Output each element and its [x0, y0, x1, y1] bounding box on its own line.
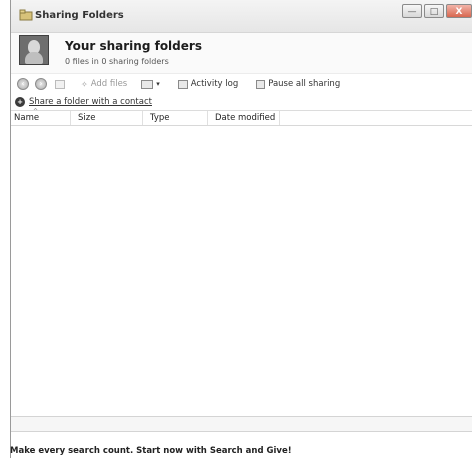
title-bar: Sharing Folders — □ X — [11, 0, 472, 33]
column-divider[interactable] — [207, 111, 208, 125]
forward-arrow-icon[interactable]: › — [35, 78, 47, 90]
pause-all-sharing-button[interactable]: Pause all sharing — [256, 79, 340, 89]
close-button[interactable]: X — [446, 4, 472, 18]
toolbar: ‹ › ✧ Add files ▾ Activity log Pause all… — [11, 74, 472, 94]
window-controls: — □ X — [400, 4, 472, 18]
avatar-body — [25, 52, 43, 64]
folder-count: 0 files in 0 sharing folders — [65, 57, 169, 66]
add-files-icon: ✧ — [81, 79, 88, 89]
column-divider[interactable] — [142, 111, 143, 125]
avatar — [19, 35, 49, 65]
folder-header: Your sharing folders 0 files in 0 sharin… — [11, 33, 472, 74]
column-size[interactable]: Size — [78, 113, 95, 123]
column-divider[interactable] — [279, 111, 280, 125]
file-list[interactable] — [11, 130, 472, 416]
maximize-button[interactable]: □ — [424, 4, 444, 18]
activity-log-icon — [177, 79, 188, 89]
pause-icon — [256, 79, 266, 89]
window-title: Sharing Folders — [35, 10, 124, 21]
view-icon — [141, 79, 154, 89]
search-promo-text: Make every search count. Start now with … — [10, 446, 292, 456]
column-divider[interactable] — [70, 111, 71, 125]
activity-log-button[interactable]: Activity log — [177, 79, 239, 89]
activity-log-label: Activity log — [190, 79, 239, 89]
minimize-button[interactable]: — — [402, 4, 422, 18]
share-folder-bar: + Share a folder with a contact — [11, 94, 472, 111]
folder-icon — [55, 79, 65, 89]
chevron-down-icon: ▾ — [156, 80, 160, 88]
view-options-button[interactable]: ▾ — [141, 79, 160, 89]
back-arrow-icon[interactable]: ‹ — [17, 78, 29, 90]
sharing-folder-icon — [19, 9, 33, 21]
sharing-folders-window: Sharing Folders — □ X Your sharing folde… — [10, 0, 472, 458]
share-contact-icon: + — [15, 97, 25, 107]
pause-all-label: Pause all sharing — [268, 79, 341, 89]
status-bar — [11, 416, 472, 432]
column-date-modified[interactable]: Date modified — [215, 113, 275, 123]
add-files-button[interactable]: ✧ Add files — [81, 79, 127, 89]
column-header: ^ Name Size Type Date modified — [11, 108, 472, 126]
add-files-label: Add files — [90, 79, 128, 89]
column-name[interactable]: Name — [14, 113, 39, 123]
share-folder-link[interactable]: Share a folder with a contact — [29, 97, 152, 107]
column-type[interactable]: Type — [150, 113, 170, 123]
page-title: Your sharing folders — [65, 39, 202, 53]
toolbar-folder-icon[interactable] — [55, 79, 65, 89]
